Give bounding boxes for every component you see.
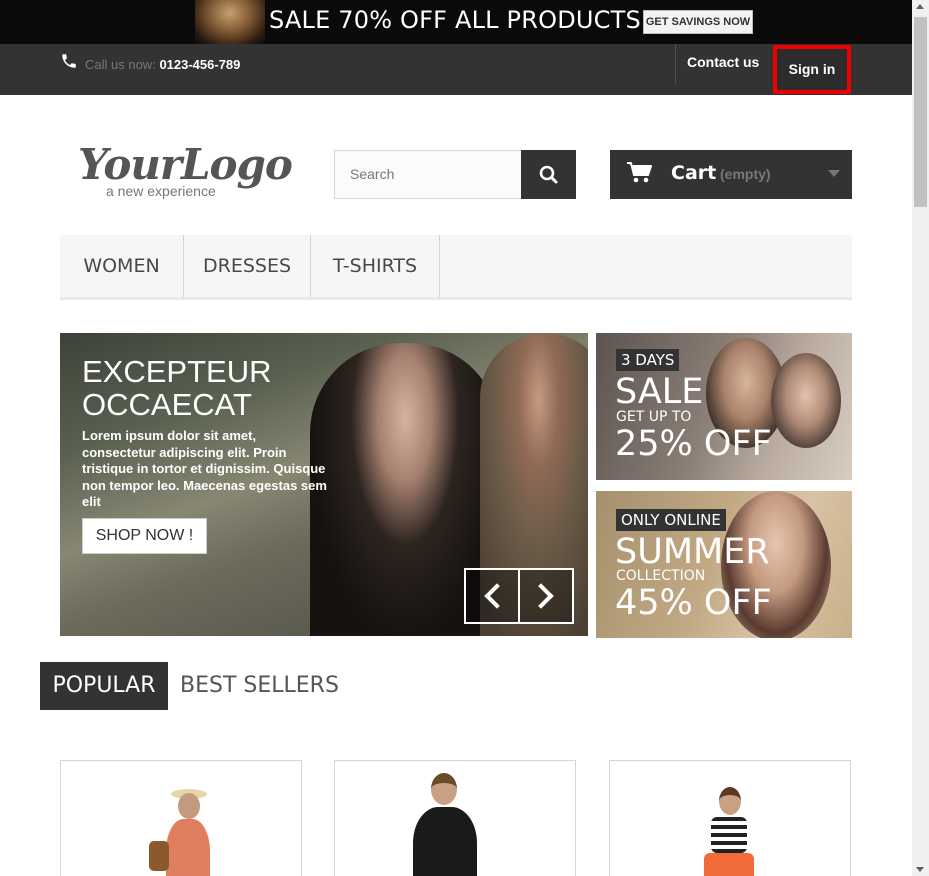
promo-subtext: GET UP TO bbox=[616, 409, 692, 425]
cart-status: (empty) bbox=[720, 166, 771, 182]
promo-headline: SUMMER bbox=[615, 532, 770, 572]
chevron-right-icon bbox=[528, 583, 554, 609]
logo-wordmark: YourLogo bbox=[78, 140, 293, 189]
slider-title: EXCEPTEUR OCCAECAT bbox=[82, 355, 342, 421]
promo-banner-sale[interactable]: 3 DAYS SALE GET UP TO 25% OFF bbox=[596, 333, 852, 480]
call-label: Call us now: bbox=[85, 57, 156, 72]
product-card[interactable] bbox=[60, 760, 302, 876]
phone-number: 0123-456-789 bbox=[159, 57, 241, 72]
slider-next-button[interactable] bbox=[518, 568, 574, 624]
sign-in-button[interactable]: Sign in bbox=[773, 45, 851, 94]
menu-item-tshirts[interactable]: T-SHIRTS bbox=[311, 235, 440, 297]
top-nav-bar: Call us now: 0123-456-789 Contact us Sig… bbox=[0, 44, 912, 95]
product-image bbox=[610, 761, 850, 876]
page-scrollbar[interactable] bbox=[912, 0, 929, 876]
chevron-left-icon bbox=[484, 583, 510, 609]
menu-item-dresses[interactable]: DRESSES bbox=[184, 235, 311, 297]
scroll-thumb[interactable] bbox=[914, 17, 927, 207]
cart-label: Cart bbox=[671, 162, 717, 184]
chevron-down-icon[interactable] bbox=[828, 170, 840, 177]
shop-now-button[interactable]: SHOP NOW ! bbox=[82, 518, 207, 554]
site-logo[interactable]: YourLogo a new experience bbox=[78, 140, 293, 200]
top-promo-banner[interactable]: SALE 70% OFF ALL PRODUCTS GET SAVINGS NO… bbox=[0, 0, 912, 44]
contact-us-link[interactable]: Contact us bbox=[687, 54, 759, 70]
slider-prev-button[interactable] bbox=[464, 568, 520, 624]
promo-headline: SALE bbox=[615, 372, 704, 412]
promo-model-image-2 bbox=[771, 353, 841, 448]
search-input[interactable]: Search bbox=[334, 150, 522, 199]
phone-icon bbox=[62, 54, 76, 68]
search-button[interactable] bbox=[521, 150, 576, 199]
slider-title-line2: OCCAECAT bbox=[82, 387, 252, 422]
tab-best-sellers[interactable]: BEST SELLERS bbox=[180, 662, 339, 710]
product-card[interactable] bbox=[334, 760, 576, 876]
product-bag bbox=[149, 841, 169, 871]
cart-block[interactable]: Cart (empty) bbox=[610, 150, 852, 199]
tab-popular[interactable]: POPULAR bbox=[40, 662, 168, 710]
banner-text: SALE 70% OFF ALL PRODUCTS bbox=[269, 6, 641, 34]
logo-tagline: a new experience bbox=[106, 183, 216, 199]
shopping-cart-icon bbox=[627, 162, 652, 183]
main-menu: WOMEN DRESSES T-SHIRTS bbox=[60, 235, 852, 300]
banner-model-image bbox=[195, 0, 265, 44]
get-savings-button[interactable]: GET SAVINGS NOW bbox=[643, 10, 753, 34]
promo-subtext: COLLECTION bbox=[616, 568, 706, 584]
menu-item-women[interactable]: WOMEN bbox=[60, 235, 184, 297]
search-icon bbox=[539, 165, 558, 184]
scroll-up-arrow-icon[interactable] bbox=[916, 4, 924, 9]
product-card[interactable] bbox=[609, 760, 851, 876]
promo-banner-summer[interactable]: ONLY ONLINE SUMMER COLLECTION 45% OFF bbox=[596, 491, 852, 638]
nav-divider bbox=[675, 44, 676, 84]
product-image bbox=[61, 761, 301, 876]
promo-tag: 3 DAYS bbox=[616, 349, 680, 371]
scroll-down-arrow-icon[interactable] bbox=[916, 867, 924, 872]
home-slider[interactable]: EXCEPTEUR OCCAECAT Lorem ipsum dolor sit… bbox=[60, 333, 588, 636]
product-image bbox=[335, 761, 575, 876]
promo-tag: ONLY ONLINE bbox=[616, 509, 726, 531]
promo-discount: 45% OFF bbox=[615, 583, 772, 623]
promo-discount: 25% OFF bbox=[615, 424, 772, 464]
slider-title-line1: EXCEPTEUR bbox=[82, 354, 272, 389]
slider-description: Lorem ipsum dolor sit amet, consectetur … bbox=[82, 428, 327, 509]
call-us-text: Call us now: 0123-456-789 bbox=[85, 57, 240, 72]
